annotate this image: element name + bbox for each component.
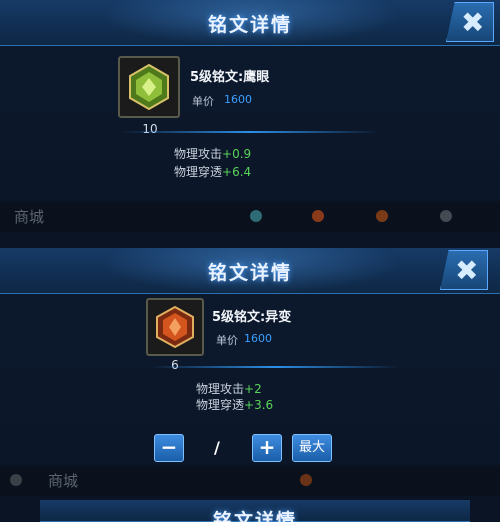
panel-title: 铭文详情: [212, 510, 297, 522]
rune-red-gem-icon: [156, 305, 194, 349]
price-label: 单价: [192, 95, 214, 108]
rune-icon: [440, 210, 452, 222]
stat-label: 物理穿透: [196, 398, 245, 412]
stat-line: 物理攻击+2: [196, 380, 262, 397]
background-shop-bar-1: 商城: [0, 202, 500, 232]
price-label: 单价: [216, 334, 238, 347]
close-icon: ✖: [455, 254, 479, 287]
stat-value: +0.9: [222, 147, 252, 161]
shop-label: 商城: [48, 472, 79, 490]
rune-icon: [300, 474, 312, 486]
rune-green-gem-icon: [129, 63, 169, 111]
stat-value: +2: [244, 382, 262, 396]
rune-icon-frame[interactable]: [118, 56, 180, 118]
shop-label: 商城: [14, 208, 45, 226]
quantity-value[interactable]: /: [214, 438, 220, 457]
panel-header: 铭文详情: [40, 500, 470, 522]
section-divider: [120, 131, 380, 133]
price-value: 1600: [244, 332, 272, 345]
rune-icon: [376, 210, 388, 222]
rune-detail-panel-1: 铭文详情 ✖ 10 5级铭文:鹰眼 单价 1600 物理攻击+0.9 物理穿透+…: [0, 0, 500, 200]
stat-line: 物理穿透+3.6: [196, 396, 273, 413]
rune-icon: [312, 210, 324, 222]
stat-line: 物理攻击+0.9: [174, 145, 251, 162]
stat-line: 物理穿透+6.4: [174, 163, 251, 180]
panel-header: 铭文详情 ✖: [0, 0, 500, 46]
panel-title: 铭文详情: [207, 262, 292, 284]
rune-detail-panel-3: 铭文详情: [40, 500, 470, 522]
panel-title: 铭文详情: [207, 14, 292, 36]
decrease-quantity-button[interactable]: −: [154, 434, 184, 462]
close-button[interactable]: ✖: [446, 2, 494, 42]
close-icon: ✖: [461, 6, 485, 39]
price-value: 1600: [224, 93, 252, 106]
close-button[interactable]: ✖: [440, 250, 488, 290]
rune-icon: [250, 210, 262, 222]
stat-label: 物理穿透: [174, 165, 223, 179]
rune-count: 10: [142, 122, 158, 136]
rune-count: 6: [171, 358, 179, 372]
panel-header: 铭文详情 ✖: [0, 248, 500, 294]
increase-quantity-button[interactable]: +: [252, 434, 282, 462]
stat-value: +3.6: [244, 398, 274, 412]
stat-label: 物理攻击: [174, 147, 223, 161]
rune-detail-panel-2: 铭文详情 ✖ 6 5级铭文:异变 单价 1600 物理攻击+2 物理穿透+3.6…: [0, 248, 500, 464]
max-quantity-button[interactable]: 最大: [292, 434, 332, 462]
stat-label: 物理攻击: [196, 382, 245, 396]
background-shop-bar-2: 商城: [0, 466, 500, 496]
rune-name: 5级铭文:鹰眼: [190, 70, 270, 85]
screen: 铭文详情 ✖ 10 5级铭文:鹰眼 单价 1600 物理攻击+0.9 物理穿透+…: [0, 0, 500, 522]
rune-icon: [10, 474, 22, 486]
section-divider: [150, 366, 400, 368]
rune-icon-frame[interactable]: [146, 298, 204, 356]
rune-name: 5级铭文:异变: [212, 310, 292, 325]
stat-value: +6.4: [222, 165, 252, 179]
